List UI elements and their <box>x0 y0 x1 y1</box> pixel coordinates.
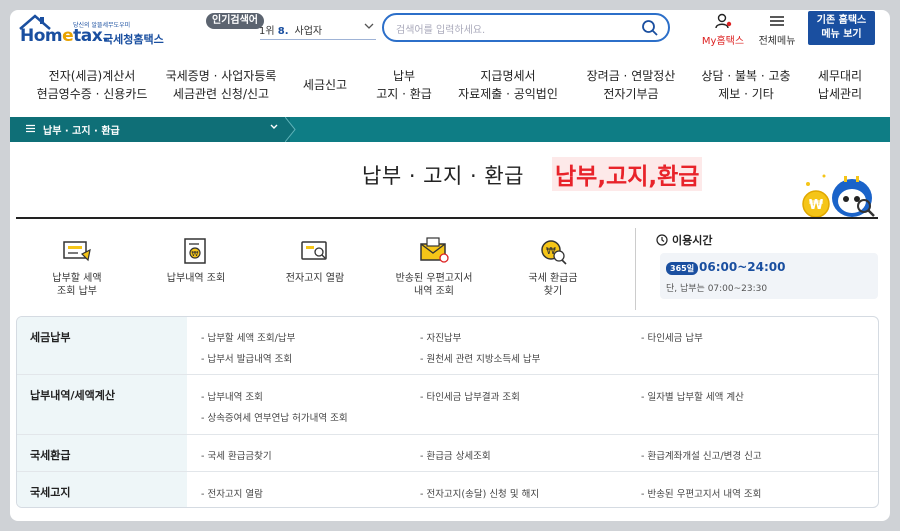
quick-menu-label: 내역 조회 <box>414 286 454 297</box>
quick-menu-label: 찾기 <box>543 286 563 297</box>
breadcrumb-bar: 납부 · 고지 · 환급 <box>10 117 890 142</box>
table-link[interactable]: - 상속증여세 연부연납 허가내역 조회 <box>201 410 348 424</box>
e-notice-icon <box>301 241 327 260</box>
breadcrumb[interactable]: 납부 · 고지 · 환급 <box>10 117 290 142</box>
table-link[interactable]: - 반송된 우편고지서 내역 조회 <box>641 486 761 500</box>
breadcrumb-label: 납부 · 고지 · 환급 <box>43 126 120 137</box>
hometax-logo[interactable]: 당신의 알뜰세무도우미 Hometax. 국세청홈택스 <box>18 14 168 50</box>
table-link[interactable]: - 납부할 세액 조회/납부 <box>201 330 295 344</box>
table-link[interactable]: - 전자고지(송달) 신청 및 해지 <box>420 486 539 500</box>
table-row: 국세환급 - 국세 환급금찾기 - 환급금 상세조회 - 환급계좌개설 신고/변… <box>17 435 878 472</box>
row-header: 국세환급 <box>17 435 187 471</box>
table-link[interactable]: - 국세 환급금찾기 <box>201 448 272 462</box>
nav-item-statements[interactable]: 지급명세서 자료제출 · 공익법인 <box>458 67 558 103</box>
quick-menu-payment-history[interactable]: ₩ 납부내역 조회 <box>141 236 251 285</box>
section-divider <box>635 228 636 310</box>
nav-item-tax-agent[interactable]: 세무대리 납세관리 <box>812 67 868 103</box>
table-link[interactable]: - 납부서 발급내역 조회 <box>201 351 292 365</box>
menu-list-icon <box>26 124 35 133</box>
search-box[interactable]: 검색어를 입력하세요. <box>382 13 670 42</box>
svg-text:₩: ₩ <box>192 250 199 258</box>
user-icon <box>715 13 732 29</box>
quick-menu-label: 납부할 세액 <box>52 273 102 284</box>
table-link[interactable]: - 자진납부 <box>420 330 461 344</box>
quick-menu-e-notice[interactable]: 전자고지 열람 <box>260 236 370 285</box>
header: 당신의 알뜰세무도우미 Hometax. 국세청홈택스 인기검색어 1위 8. 사… <box>10 10 890 60</box>
table-link[interactable]: - 환급금 상세조회 <box>420 448 491 462</box>
old-hometax-menu-button[interactable]: 기존 홈택스 메뉴 보기 <box>808 11 875 45</box>
main-nav: 전자(세금)계산서 현금영수증 · 신용카드 국세증명 · 사업자등록 세금관련 신… <box>10 65 890 109</box>
old-btn-line1: 기존 홈택스 <box>816 15 867 26</box>
svg-text:₩: ₩ <box>809 198 824 213</box>
row-header: 납부내역/세액계산 <box>17 375 187 434</box>
table-link[interactable]: - 환급계좌개설 신고/변경 신고 <box>641 448 762 462</box>
quick-menu-refund[interactable]: ₩ 국세 환급금찾기 <box>498 236 608 298</box>
quick-menu-tax-payable[interactable]: 납부할 세액조회 납부 <box>22 236 132 298</box>
page-frame: 당신의 알뜰세무도우미 Hometax. 국세청홈택스 인기검색어 1위 8. 사… <box>10 10 890 521</box>
quick-menu-label: 국세 환급금 <box>528 273 578 284</box>
table-link[interactable]: - 타인세금 납부결과 조회 <box>420 389 520 403</box>
table-link[interactable]: - 원천세 관련 지방소득세 납부 <box>420 351 540 365</box>
title-divider <box>16 217 878 219</box>
service-hours-main: 06:00~24:00 <box>699 260 786 274</box>
quick-menu-label: 납부내역 조회 <box>166 273 226 284</box>
nav-item-e-invoice[interactable]: 전자(세금)계산서 현금영수증 · 신용카드 <box>32 67 152 103</box>
table-link[interactable]: - 일자별 납부할 세액 계산 <box>641 389 744 403</box>
table-link[interactable]: - 전자고지 열람 <box>201 486 263 500</box>
refund-search-icon: ₩ <box>541 240 567 265</box>
quick-menu-label: 전자고지 열람 <box>285 273 345 284</box>
row-header: 국세고지 <box>17 472 187 507</box>
all-menu-button[interactable]: 전체메뉴 <box>755 13 799 47</box>
nav-item-consultation[interactable]: 상담 · 불복 · 고충 제보 · 기타 <box>700 67 792 103</box>
nav-item-incentive[interactable]: 장려금 · 연말정산 전자기부금 <box>584 67 678 103</box>
chevron-down-icon[interactable] <box>269 122 279 132</box>
365-badge: 365일 <box>666 262 699 275</box>
quick-menu-returned-mail[interactable]: 반송된 우편고지서내역 조회 <box>379 236 489 298</box>
table-row: 납부내역/세액계산 - 납부내역 조회 - 타인세금 납부결과 조회 - 일자별… <box>17 375 878 435</box>
chevron-down-icon[interactable] <box>364 22 374 33</box>
returned-mail-icon <box>420 237 449 263</box>
nav-item-certificate[interactable]: 국세증명 · 사업자등록 세금관련 신청/신고 <box>156 67 286 103</box>
search-input[interactable]: 검색어를 입력하세요. <box>396 21 485 36</box>
my-hometax-label: My홈택스 <box>701 36 745 47</box>
logo-subtitle: 국세청홈택스 <box>103 33 164 46</box>
old-btn-line2: 메뉴 보기 <box>821 29 862 40</box>
my-hometax-button[interactable]: My홈택스 <box>700 13 746 47</box>
tax-bill-icon <box>63 241 91 262</box>
popular-search-badge: 인기검색어 <box>206 13 264 29</box>
all-menu-label: 전체메뉴 <box>758 36 796 47</box>
hamburger-icon <box>770 16 784 26</box>
mascot-illustration: ₩ <box>802 174 875 218</box>
row-header: 세금납부 <box>17 317 187 374</box>
table-row: 국세고지 - 전자고지 열람 - 전자고지(송달) 신청 및 해지 - 반송된 … <box>17 472 878 507</box>
quick-menu-label: 조회 납부 <box>57 286 97 297</box>
menu-table: 세금납부 - 납부할 세액 조회/납부 - 자진납부 - 타인세금 납부 - 납… <box>16 316 879 508</box>
quick-menu-label: 반송된 우편고지서 <box>395 273 473 284</box>
payment-history-icon: ₩ <box>184 238 206 264</box>
table-link[interactable]: - 납부내역 조회 <box>201 389 263 403</box>
service-hours-box: 365일 06:00~24:00 단, 납부는 07:00~23:30 <box>660 253 878 299</box>
popular-search-rank[interactable]: 1위 8. 사업자 <box>259 22 322 37</box>
service-hours-title: 이용시간 <box>656 232 712 248</box>
page-title-highlight: 납부,고지,환급 <box>552 157 703 191</box>
clock-icon <box>656 234 668 246</box>
nav-item-payment[interactable]: 납부 고지 · 환급 <box>374 67 434 103</box>
table-row: 세금납부 - 납부할 세액 조회/납부 - 자진납부 - 타인세금 납부 - 납… <box>17 317 878 375</box>
search-icon[interactable] <box>641 19 659 37</box>
breadcrumb-separator <box>285 117 296 142</box>
table-link[interactable]: - 타인세금 납부 <box>641 330 703 344</box>
nav-item-tax-filing[interactable]: 세금신고 <box>300 76 350 94</box>
rank-underline <box>260 39 376 40</box>
logo-wordmark: Hometax. <box>20 26 109 46</box>
service-hours-note: 단, 납부는 07:00~23:30 <box>666 284 768 294</box>
page-title: 납부 · 고지 · 환급 <box>362 164 524 188</box>
